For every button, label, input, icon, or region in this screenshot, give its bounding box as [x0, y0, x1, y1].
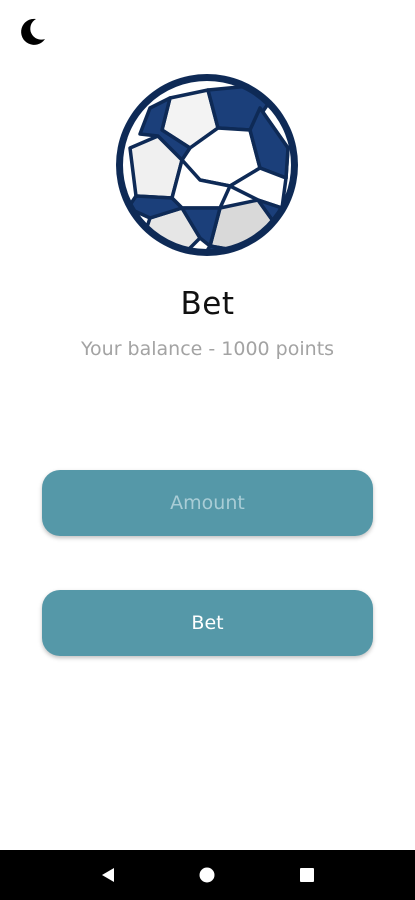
theme-toggle-button[interactable] — [12, 12, 52, 52]
back-triangle-icon — [101, 868, 114, 882]
moon-icon — [21, 18, 45, 45]
nav-home-button[interactable] — [187, 855, 227, 895]
bet-screen: Bet Your balance - 1000 points Bet — [0, 0, 415, 850]
soccer-ball-icon — [113, 71, 301, 259]
amount-input[interactable] — [42, 470, 373, 536]
home-circle-icon — [199, 867, 215, 883]
balance-text: Your balance - 1000 points — [80, 338, 335, 360]
recents-square-icon — [300, 868, 315, 882]
nav-recents-button[interactable] — [287, 855, 327, 895]
nav-back-button[interactable] — [88, 855, 128, 895]
page-title: Bet — [180, 286, 235, 322]
soccer-ball-image — [110, 68, 304, 262]
bet-button[interactable]: Bet — [42, 590, 373, 656]
android-nav-bar — [0, 850, 415, 900]
